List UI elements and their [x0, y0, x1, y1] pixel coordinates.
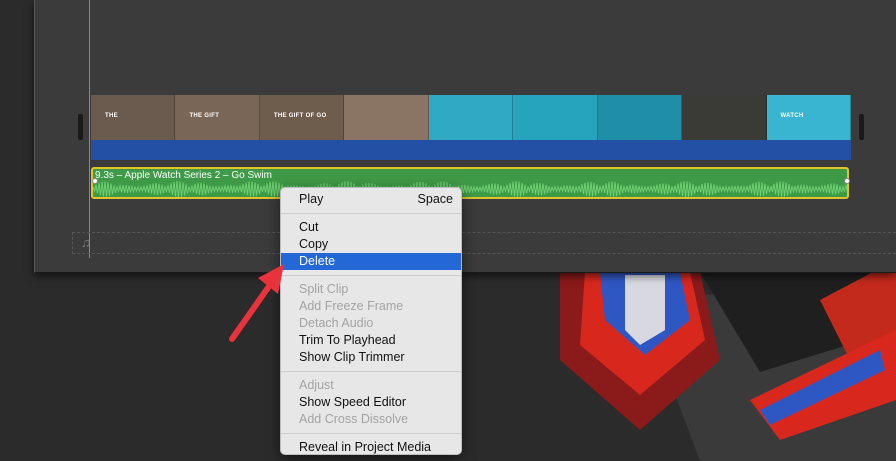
- annotation-arrow: [229, 264, 284, 342]
- filmstrip-frame: [597, 95, 683, 140]
- right-trim-handle[interactable]: [859, 114, 864, 140]
- menu-item-detach-audio: Detach Audio: [281, 315, 461, 332]
- menu-item-trim-to-playhead[interactable]: Trim To Playhead: [281, 332, 461, 349]
- menu-separator: [281, 371, 461, 372]
- menu-item-add-cross-dissolve: Add Cross Dissolve: [281, 411, 461, 428]
- menu-item-split-clip: Split Clip: [281, 281, 461, 298]
- video-clip-filmstrip[interactable]: THE THE GIFT THE GIFT OF GO WATCH: [91, 95, 851, 140]
- filmstrip-frame: [428, 95, 514, 140]
- frame-caption: THE GIFT OF GO: [273, 113, 327, 119]
- menu-item-label: Trim To Playhead: [299, 333, 396, 347]
- menu-item-label: Adjust: [299, 378, 334, 392]
- menu-item-cut[interactable]: Cut: [281, 219, 461, 236]
- menu-item-add-freeze-frame: Add Freeze Frame: [281, 298, 461, 315]
- audio-fade-handle-left[interactable]: [92, 178, 98, 184]
- frame-caption: THE GIFT: [189, 113, 220, 119]
- menu-item-show-clip-trimmer[interactable]: Show Clip Trimmer: [281, 349, 461, 366]
- filmstrip-frame: WATCH: [766, 95, 851, 140]
- menu-item-reveal-in-project-media[interactable]: Reveal in Project Media: [281, 439, 461, 456]
- menu-item-copy[interactable]: Copy: [281, 236, 461, 253]
- filmstrip-frame: [344, 95, 429, 140]
- filmstrip-frame: THE: [91, 95, 176, 140]
- left-trim-handle[interactable]: [78, 114, 83, 140]
- audio-waveform: [93, 181, 847, 197]
- menu-item-label: Play: [299, 192, 324, 206]
- context-menu: Play Space Cut Copy Delete Split Clip Add Free…: [280, 187, 462, 455]
- menu-separator: [281, 433, 461, 434]
- menu-item-adjust: Adjust: [281, 377, 461, 394]
- menu-item-show-speed-editor[interactable]: Show Speed Editor: [281, 394, 461, 411]
- menu-item-label: Detach Audio: [299, 316, 374, 330]
- menu-item-label: Add Freeze Frame: [299, 299, 404, 313]
- menu-item-label: Split Clip: [299, 282, 349, 296]
- menu-separator: [281, 213, 461, 214]
- frame-caption: WATCH: [780, 113, 804, 119]
- frame-caption: THE: [105, 113, 118, 119]
- audio-fade-handle-right[interactable]: [844, 178, 850, 184]
- filmstrip-frame: THE GIFT: [175, 95, 260, 140]
- video-clip-bar[interactable]: [91, 140, 851, 160]
- music-track-lane[interactable]: ♫: [72, 232, 896, 254]
- playhead[interactable]: [89, 0, 90, 258]
- filmstrip-frame: [513, 95, 598, 140]
- filmstrip-frame: [682, 95, 767, 140]
- audio-clip-label: 9.3s – Apple Watch Series 2 – Go Swim: [95, 170, 272, 181]
- menu-item-label: Cut: [299, 220, 319, 234]
- menu-item-label: Show Clip Trimmer: [299, 350, 405, 364]
- menu-item-label: Delete: [299, 254, 336, 268]
- audio-clip[interactable]: 9.3s – Apple Watch Series 2 – Go Swim: [91, 167, 849, 199]
- menu-item-delete[interactable]: Delete: [281, 253, 461, 270]
- menu-item-label: Add Cross Dissolve: [299, 412, 409, 426]
- filmstrip-frame: THE GIFT OF GO: [259, 95, 345, 140]
- music-note-icon: ♫: [81, 235, 91, 250]
- menu-item-shortcut: Space: [417, 192, 453, 206]
- menu-item-label: Reveal in Project Media: [299, 440, 432, 454]
- menu-item-play[interactable]: Play Space: [281, 191, 461, 208]
- menu-item-label: Copy: [299, 237, 329, 251]
- menu-separator: [281, 275, 461, 276]
- screen: THE THE GIFT THE GIFT OF GO WATCH 9.3s – Ap…: [0, 0, 896, 461]
- menu-item-label: Show Speed Editor: [299, 395, 407, 409]
